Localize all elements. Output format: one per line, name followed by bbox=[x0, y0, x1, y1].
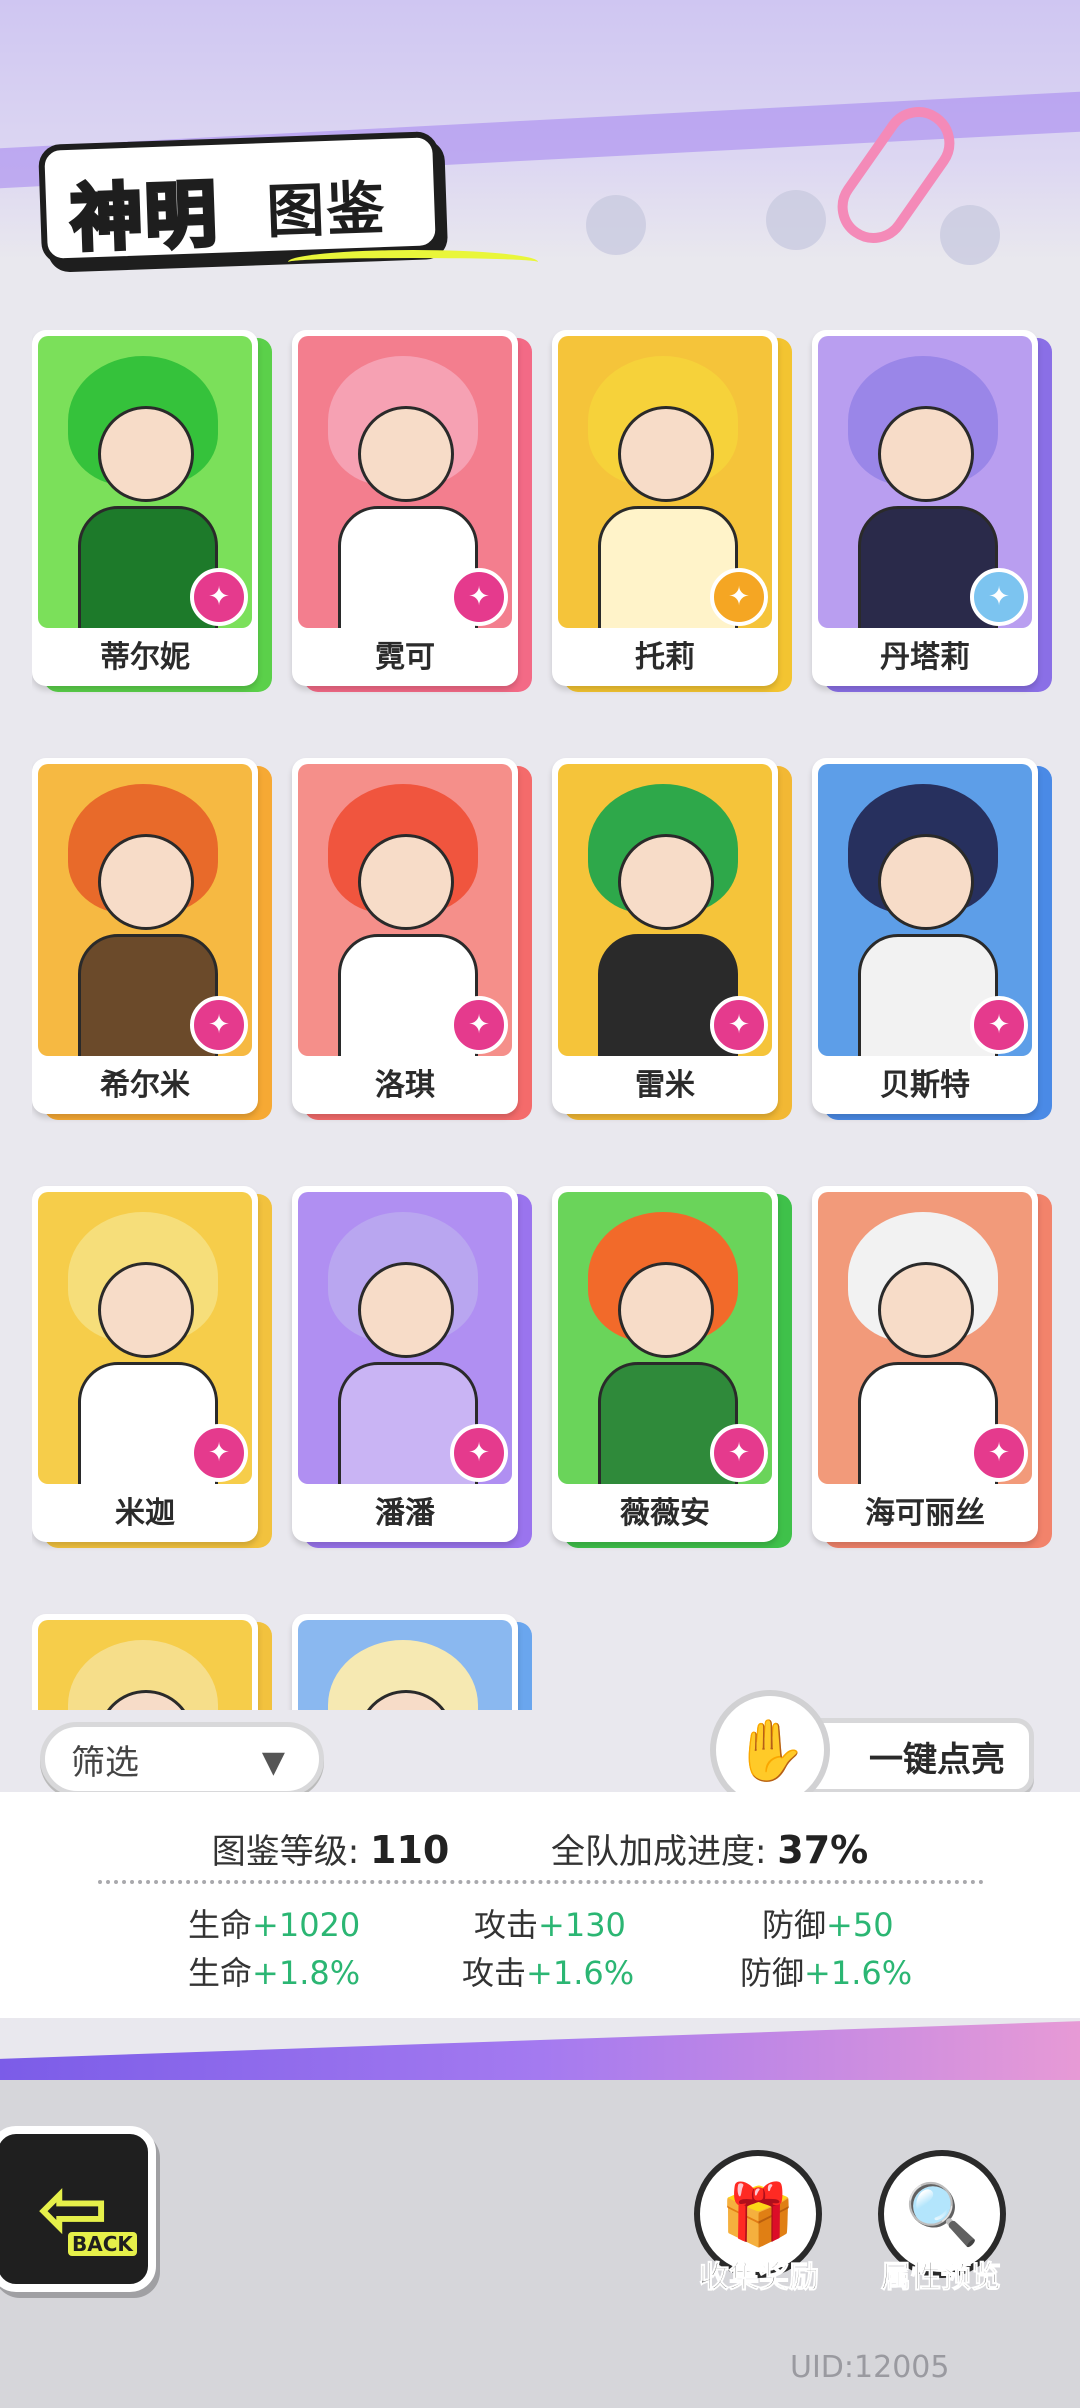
character-card[interactable]: ✦ 希尔米 bbox=[32, 758, 272, 1120]
stat-hp-pct: 生命+1.8% bbox=[188, 1954, 361, 1992]
page-title: 神明 图鉴 bbox=[38, 131, 442, 265]
level-label: 图鉴等级: bbox=[211, 1832, 360, 1872]
card-face: ✦ 潘潘 bbox=[292, 1186, 518, 1542]
character-card[interactable]: ✦ 洛琪 bbox=[292, 758, 532, 1120]
character-card[interactable]: ✦ 丹塔莉 bbox=[812, 330, 1052, 692]
character-card[interactable]: ✦ 贝斯特 bbox=[812, 758, 1052, 1120]
element-emblem-icon: ✦ bbox=[450, 1424, 508, 1482]
card-face: ✦ 雷米 bbox=[552, 758, 778, 1114]
stat-def-pct: 防御+1.6% bbox=[740, 1954, 913, 1992]
element-emblem-icon: ✦ bbox=[710, 568, 768, 626]
portrait-face bbox=[878, 834, 974, 930]
attribute-preview-label: 属性预览 bbox=[881, 2260, 1002, 2296]
card-face bbox=[292, 1614, 518, 1710]
portrait-face bbox=[98, 406, 194, 502]
card-face: ✦ 蒂尔妮 bbox=[32, 330, 258, 686]
portrait-face bbox=[618, 834, 714, 930]
uid-text: UID:12005 bbox=[790, 2350, 950, 2385]
gift-icon: 🎁 bbox=[720, 2179, 796, 2250]
character-name: 薇薇安 bbox=[620, 1496, 710, 1531]
card-face: ✦ 洛琪 bbox=[292, 758, 518, 1114]
light-up-all-button[interactable]: 一键点亮 bbox=[800, 1718, 1034, 1794]
light-up-label: 一键点亮 bbox=[869, 1739, 1005, 1780]
filter-label: 筛选 bbox=[71, 1742, 139, 1783]
element-emblem-icon: ✦ bbox=[190, 1424, 248, 1482]
card-face: ✦ 丹塔莉 bbox=[812, 330, 1038, 686]
element-emblem-icon: ✦ bbox=[710, 996, 768, 1054]
character-name: 蒂尔妮 bbox=[100, 640, 190, 675]
stat-atk-pct: 攻击+1.6% bbox=[462, 1954, 635, 1992]
card-face: ✦ 托莉 bbox=[552, 330, 778, 686]
decor-dot bbox=[766, 190, 826, 250]
title-sub: 图鉴 bbox=[265, 173, 388, 247]
card-face: ✦ 米迦 bbox=[32, 1186, 258, 1542]
character-portrait bbox=[38, 1620, 252, 1710]
back-label: BACK bbox=[68, 2232, 137, 2256]
divider bbox=[98, 1880, 984, 1884]
element-emblem-icon: ✦ bbox=[190, 568, 248, 626]
portrait-face bbox=[618, 1262, 714, 1358]
stat-def-flat: 防御+50 bbox=[762, 1906, 894, 1944]
portrait-face bbox=[98, 834, 194, 930]
card-face bbox=[32, 1614, 258, 1710]
portrait-face bbox=[618, 406, 714, 502]
element-emblem-icon: ✦ bbox=[970, 1424, 1028, 1482]
portrait-face bbox=[878, 406, 974, 502]
element-emblem-icon: ✦ bbox=[970, 568, 1028, 626]
card-face: ✦ 海可丽丝 bbox=[812, 1186, 1038, 1542]
portrait-face bbox=[358, 834, 454, 930]
character-name: 贝斯特 bbox=[880, 1068, 970, 1103]
element-emblem-icon: ✦ bbox=[190, 996, 248, 1054]
character-card[interactable]: ✦ 米迦 bbox=[32, 1186, 272, 1548]
title-squiggle bbox=[288, 250, 538, 274]
card-face: ✦ 霓可 bbox=[292, 330, 518, 686]
decor-dot bbox=[940, 205, 1000, 265]
progress-label: 全队加成进度: bbox=[550, 1832, 767, 1872]
card-face: ✦ 贝斯特 bbox=[812, 758, 1038, 1114]
element-emblem-icon: ✦ bbox=[710, 1424, 768, 1482]
character-name: 希尔米 bbox=[100, 1068, 190, 1103]
back-button[interactable]: ⇦ BACK bbox=[0, 2126, 156, 2292]
collect-reward-label: 收集奖励 bbox=[699, 2260, 820, 2296]
character-card[interactable]: ✦ 霓可 bbox=[292, 330, 532, 692]
filter-dropdown[interactable]: 筛选 ▼ bbox=[40, 1722, 324, 1796]
title-main: 神明 bbox=[67, 170, 222, 263]
character-name: 托莉 bbox=[635, 640, 695, 675]
stat-atk-flat: 攻击+130 bbox=[474, 1906, 626, 1944]
character-name: 霓可 bbox=[375, 640, 435, 675]
stat-hp-flat: 生命+1020 bbox=[188, 1906, 361, 1944]
portrait-face bbox=[98, 1262, 194, 1358]
character-card[interactable]: ✦ 蒂尔妮 bbox=[32, 330, 272, 692]
element-emblem-icon: ✦ bbox=[450, 996, 508, 1054]
character-name: 雷米 bbox=[635, 1068, 695, 1103]
character-card[interactable]: ✦ 潘潘 bbox=[292, 1186, 532, 1548]
character-card[interactable] bbox=[32, 1614, 272, 1710]
level-value: 110 bbox=[370, 1828, 450, 1872]
chevron-down-icon: ▼ bbox=[261, 1745, 285, 1780]
character-card[interactable]: ✦ 薇薇安 bbox=[552, 1186, 792, 1548]
card-face: ✦ 薇薇安 bbox=[552, 1186, 778, 1542]
character-name: 海可丽丝 bbox=[865, 1496, 985, 1531]
character-name: 米迦 bbox=[115, 1496, 175, 1531]
element-emblem-icon: ✦ bbox=[970, 996, 1028, 1054]
character-card[interactable] bbox=[292, 1614, 532, 1710]
portrait-face bbox=[878, 1262, 974, 1358]
portrait-face bbox=[358, 1262, 454, 1358]
card-grid[interactable]: ✦ 蒂尔妮 ✦ 霓可 ✦ 托莉 ✦ 丹塔莉 ✦ 希尔米 ✦ 洛琪 ✦ 雷米 ✦ 贝斯特 ✦ 米迦 ✦ 潘潘 ✦ 薇薇安 ✦ 海… bbox=[32, 330, 1052, 1710]
character-name: 丹塔莉 bbox=[880, 640, 970, 675]
stats-panel: 图鉴等级: 110 全队加成进度: 37% 生命+1020 攻击+130 防御+… bbox=[0, 1792, 1080, 2018]
decor-dot bbox=[586, 195, 646, 255]
character-card[interactable]: ✦ 海可丽丝 bbox=[812, 1186, 1052, 1548]
character-name: 潘潘 bbox=[375, 1496, 435, 1531]
stats-header: 图鉴等级: 110 全队加成进度: 37% bbox=[0, 1824, 1080, 1873]
magnifier-icon: 🔍 bbox=[904, 2179, 980, 2250]
portrait-face bbox=[358, 406, 454, 502]
progress-value: 37% bbox=[777, 1828, 869, 1872]
character-card[interactable]: ✦ 托莉 bbox=[552, 330, 792, 692]
element-emblem-icon: ✦ bbox=[450, 568, 508, 626]
character-name: 洛琪 bbox=[375, 1068, 435, 1103]
card-face: ✦ 希尔米 bbox=[32, 758, 258, 1114]
character-portrait bbox=[298, 1620, 512, 1710]
character-card[interactable]: ✦ 雷米 bbox=[552, 758, 792, 1120]
